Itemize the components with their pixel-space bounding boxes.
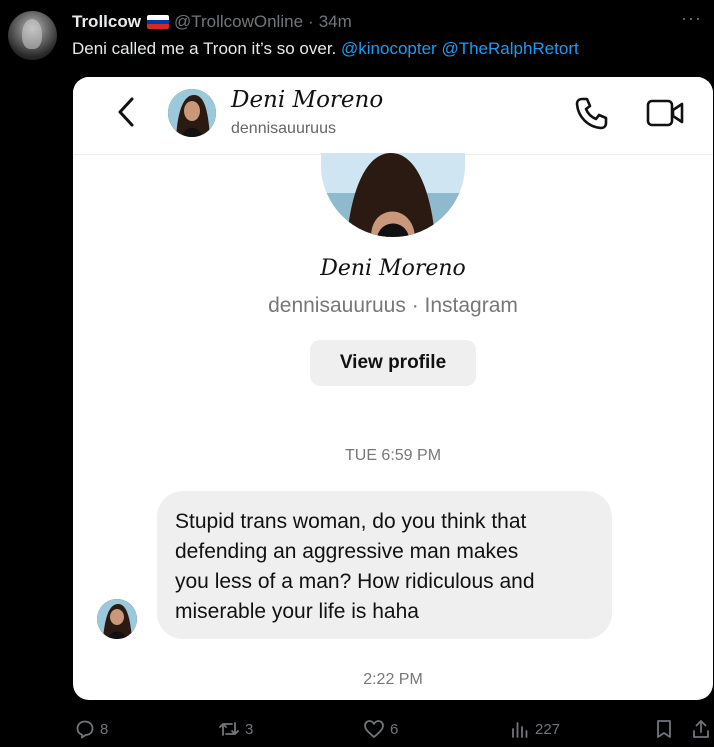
message-line: defending an aggressive man makes <box>175 540 519 563</box>
views-count: 227 <box>535 720 561 738</box>
profile-name: Deni Moreno <box>320 256 466 281</box>
retweet-icon <box>219 722 239 736</box>
message-bubble: Stupid trans woman, do you think that de… <box>157 491 612 639</box>
dm-header: Deni Moreno dennisauuruus <box>73 77 713 155</box>
message-timestamp: 2:22 PM <box>363 671 423 688</box>
profile-photo <box>321 153 465 237</box>
attached-image[interactable]: Deni Moreno dennisauuruus Deni Moreno de… <box>73 77 713 700</box>
russia-flag-icon <box>146 15 169 29</box>
message-line: Stupid trans woman, do you think that <box>175 510 527 533</box>
mention-theralphretort[interactable]: @TheRalphRetort <box>441 39 578 58</box>
profile-subtitle: dennisauuruus · Instagram <box>268 294 518 317</box>
like-count: 6 <box>390 720 399 738</box>
header-separator: · <box>308 12 314 31</box>
reply-icon <box>76 720 94 739</box>
author-handle[interactable]: @TrollcowOnline <box>174 12 303 32</box>
reply-count: 8 <box>100 720 109 738</box>
view-profile-button[interactable]: View profile <box>310 340 476 386</box>
author-avatar[interactable] <box>8 11 57 60</box>
tweet-text: Deni called me a Troon it’s so over. @ki… <box>72 39 579 59</box>
back-icon <box>118 97 134 127</box>
heart-icon <box>364 720 384 738</box>
author-name[interactable]: Trollcow <box>72 12 141 32</box>
dm-contact-name: Deni Moreno <box>231 87 384 113</box>
tweet-body: Deni called me a Troon it’s so over. <box>72 39 337 58</box>
bookmark-icon[interactable] <box>655 719 673 739</box>
share-icon[interactable] <box>691 719 711 739</box>
tweet-header: Trollcow @TrollcowOnline · 34m <box>72 12 352 32</box>
dm-avatar <box>168 89 216 137</box>
message-line: miserable your life is haha <box>175 600 419 623</box>
retweet-count: 3 <box>245 720 254 738</box>
reply-button[interactable]: 8 <box>75 719 108 739</box>
message-timestamp: TUE 6:59 PM <box>344 447 442 464</box>
dm-contact-username: dennisauuruus <box>231 120 336 137</box>
message-line: you less of a man? How ridiculous and <box>175 570 535 593</box>
tweet-time[interactable]: 34m <box>319 12 352 32</box>
retweet-button[interactable]: 3 <box>218 719 253 739</box>
views-icon <box>512 722 528 738</box>
phone-icon <box>575 97 608 130</box>
mention-kinocopter[interactable]: @kinocopter <box>341 39 437 58</box>
sender-avatar <box>97 599 137 639</box>
video-icon <box>646 99 684 127</box>
views-button[interactable]: 227 <box>510 719 560 739</box>
like-button[interactable]: 6 <box>363 719 398 739</box>
more-options-icon[interactable]: ··· <box>681 8 702 29</box>
